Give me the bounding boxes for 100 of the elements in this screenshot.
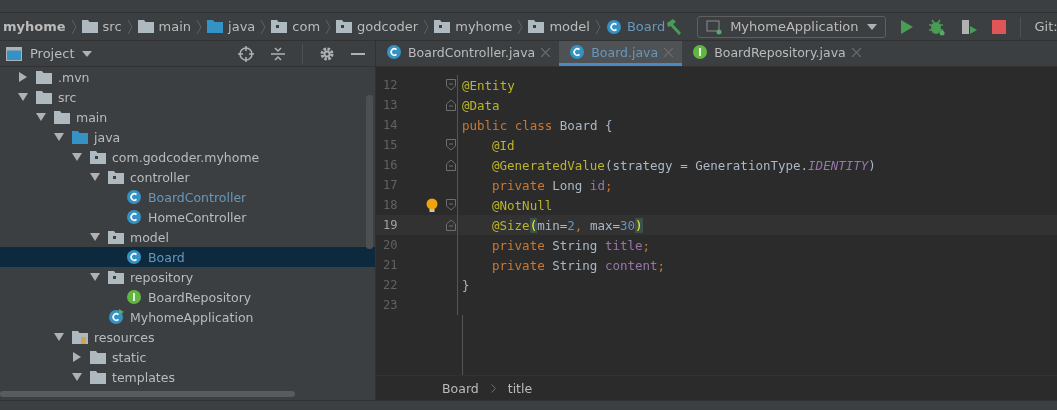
breadcrumb-item[interactable]: godcoder bbox=[336, 19, 419, 34]
vertical-scrollbar[interactable] bbox=[366, 95, 373, 249]
tree-item[interactable]: resources bbox=[0, 327, 375, 347]
package-icon bbox=[528, 20, 545, 33]
tree-item[interactable]: .mvn bbox=[0, 67, 375, 87]
expand-arrow-icon[interactable] bbox=[90, 272, 100, 282]
tree-item[interactable]: BoardController bbox=[0, 187, 375, 207]
fold-icon[interactable] bbox=[446, 159, 456, 171]
package-icon bbox=[108, 170, 124, 184]
breadcrumb-item[interactable]: main bbox=[137, 19, 192, 34]
lightbulb-icon[interactable] bbox=[426, 197, 438, 213]
chevron-icon bbox=[490, 383, 496, 393]
fold-icon[interactable] bbox=[446, 99, 456, 111]
fold-icon[interactable] bbox=[446, 219, 456, 231]
bug-icon[interactable] bbox=[927, 17, 946, 36]
code-line: @GeneratedValue(strategy = GenerationType.IDENTITY) bbox=[492, 157, 876, 173]
folder-icon bbox=[72, 130, 88, 144]
line-number: 20 bbox=[382, 238, 399, 252]
line-number: 14 bbox=[382, 118, 399, 132]
expand-arrow-icon[interactable] bbox=[18, 92, 28, 102]
run-config-dropdown[interactable]: MyhomeApplication bbox=[697, 15, 886, 38]
breadcrumb-item[interactable]: Board bbox=[605, 18, 666, 35]
tree-item[interactable]: main bbox=[0, 107, 375, 127]
tree-item-label: src bbox=[58, 89, 77, 105]
chevron-icon bbox=[594, 17, 601, 36]
breadcrumb-item[interactable]: Board bbox=[442, 380, 479, 396]
package-icon bbox=[271, 20, 288, 33]
expand-arrow-icon[interactable] bbox=[72, 372, 82, 382]
code-line: @Data bbox=[462, 97, 500, 113]
tree-item-label: controller bbox=[130, 169, 190, 185]
coverage-icon[interactable] bbox=[959, 17, 978, 36]
line-number: 18 bbox=[382, 198, 399, 212]
tree-item[interactable]: Board bbox=[0, 247, 375, 267]
package-icon bbox=[336, 20, 353, 33]
tree-item-label: MyhomeApplication bbox=[130, 309, 254, 325]
breadcrumb-item[interactable]: java bbox=[207, 19, 256, 34]
collapse-icon[interactable] bbox=[270, 45, 286, 62]
tree-item-label: BoardRepository bbox=[148, 289, 252, 305]
class-icon bbox=[386, 44, 402, 60]
settings-icon[interactable] bbox=[319, 45, 335, 62]
expand-arrow-icon[interactable] bbox=[54, 132, 64, 142]
expand-arrow-icon[interactable] bbox=[72, 152, 82, 162]
breadcrumb-item[interactable]: model bbox=[528, 19, 590, 34]
horizontal-scrollbar[interactable] bbox=[0, 391, 295, 397]
tree-item[interactable]: java bbox=[0, 127, 375, 147]
chevron-icon bbox=[325, 17, 332, 36]
run-icon[interactable] bbox=[899, 18, 914, 35]
tree-item[interactable]: src bbox=[0, 87, 375, 107]
expand-arrow-icon[interactable] bbox=[90, 232, 100, 242]
folder-icon bbox=[54, 110, 70, 124]
fold-icon[interactable] bbox=[446, 79, 456, 91]
tree-item[interactable]: controller bbox=[0, 167, 375, 187]
locate-icon[interactable] bbox=[238, 45, 254, 62]
tree-item[interactable]: templates bbox=[0, 367, 375, 387]
tree-item[interactable]: BoardRepository bbox=[0, 287, 375, 307]
tree-item[interactable]: MyhomeApplication bbox=[0, 307, 375, 327]
code-line: private Long id; bbox=[492, 177, 613, 193]
breadcrumb-item[interactable]: src bbox=[81, 19, 122, 34]
package-icon bbox=[108, 230, 124, 244]
caret-icon bbox=[82, 50, 93, 57]
folder-icon bbox=[207, 20, 224, 33]
window-icon bbox=[6, 46, 22, 61]
line-number: 19 bbox=[382, 218, 399, 232]
breadcrumb-item[interactable]: myhome bbox=[434, 19, 513, 34]
editor-tab[interactable]: BoardRepository.java bbox=[682, 41, 870, 66]
tree-item-label: com.godcoder.myhome bbox=[112, 149, 260, 165]
tree-item[interactable]: com.godcoder.myhome bbox=[0, 147, 375, 167]
breadcrumb-item[interactable]: com bbox=[271, 19, 321, 34]
code-line: private String title; bbox=[492, 237, 651, 253]
tree-item-label: BoardController bbox=[148, 189, 247, 205]
tree-item[interactable]: repository bbox=[0, 267, 375, 287]
editor-tab[interactable]: BoardController.java bbox=[376, 41, 560, 66]
fold-icon[interactable] bbox=[446, 199, 456, 211]
tree-item[interactable]: static bbox=[0, 347, 375, 367]
hammer-icon[interactable] bbox=[665, 17, 684, 36]
project-view-selector[interactable]: Project bbox=[6, 46, 93, 61]
chevron-icon bbox=[126, 17, 133, 36]
tree-item[interactable]: model bbox=[0, 227, 375, 247]
breadcrumb-item[interactable]: myhome bbox=[3, 19, 66, 34]
stop-icon[interactable] bbox=[991, 19, 1006, 34]
expand-arrow-icon[interactable] bbox=[90, 172, 100, 182]
fold-icon[interactable] bbox=[446, 139, 456, 151]
app-window-icon bbox=[706, 18, 723, 35]
line-number: 21 bbox=[382, 258, 399, 272]
package-icon bbox=[90, 150, 106, 164]
collapse-arrow-icon[interactable] bbox=[72, 352, 82, 362]
class-icon bbox=[605, 18, 622, 35]
expand-arrow-icon[interactable] bbox=[54, 332, 64, 342]
collapse-arrow-icon[interactable] bbox=[18, 72, 28, 82]
expand-arrow-icon[interactable] bbox=[36, 112, 46, 122]
breadcrumb-item[interactable]: title bbox=[507, 380, 533, 396]
run-class-icon bbox=[108, 309, 124, 325]
interface-icon bbox=[692, 44, 709, 60]
chevron-icon bbox=[517, 17, 524, 36]
tree-item-label: model bbox=[130, 229, 169, 245]
folder-icon bbox=[36, 70, 52, 84]
class-icon bbox=[569, 44, 586, 60]
folder-icon bbox=[81, 20, 98, 33]
tree-item[interactable]: HomeController bbox=[0, 207, 375, 227]
code-line: @Id bbox=[492, 137, 515, 153]
